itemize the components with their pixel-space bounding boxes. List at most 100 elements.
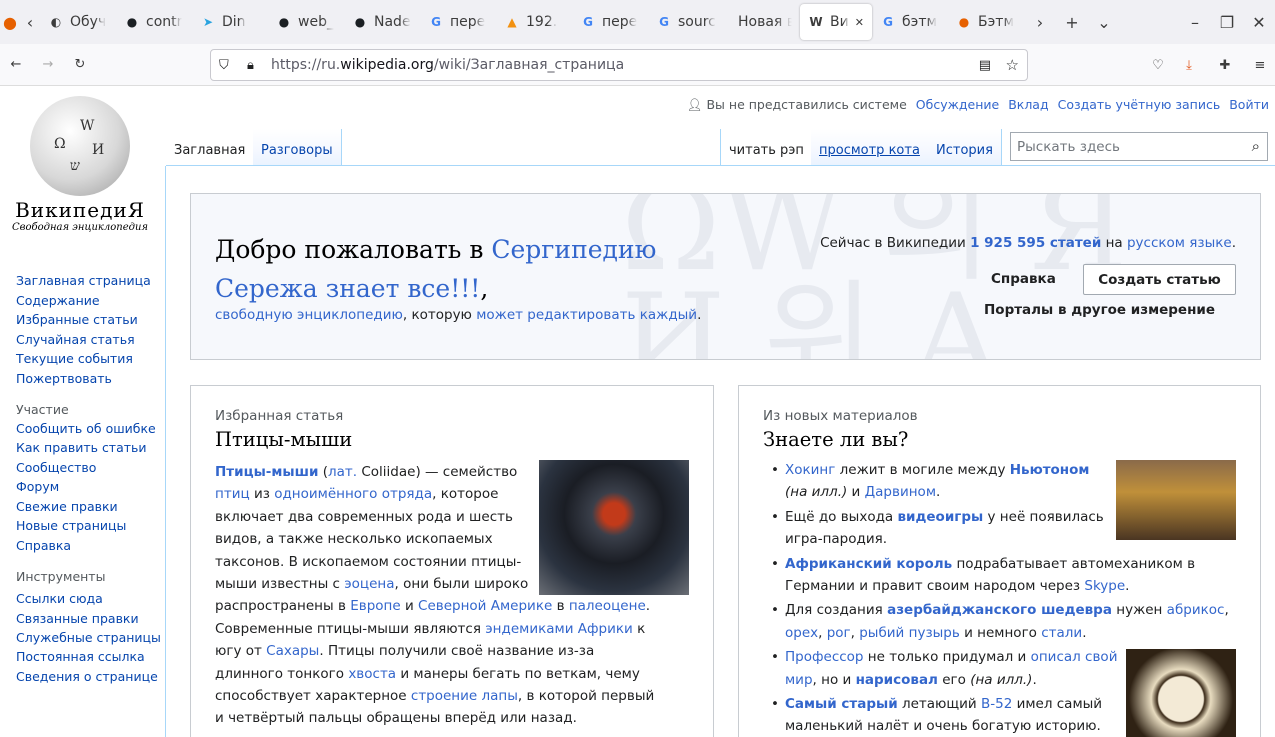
browser-tab[interactable]: ▲ 192. xyxy=(496,4,572,40)
forward-icon[interactable]: → xyxy=(32,49,64,81)
steel-link[interactable]: стали xyxy=(1041,625,1082,641)
oldest-link[interactable]: Самый старый xyxy=(785,696,898,712)
newton-link[interactable]: Ньютоном xyxy=(1010,462,1090,478)
list-all-tabs-icon[interactable]: ⌄ xyxy=(1088,6,1120,38)
europe-link[interactable]: Европе xyxy=(350,598,400,614)
anyone-can-edit-link[interactable]: может редактировать каждый xyxy=(476,307,697,323)
sahara-link[interactable]: Сахары xyxy=(266,643,319,659)
drew-link[interactable]: нарисовал xyxy=(856,672,938,688)
b52-link[interactable]: B-52 xyxy=(981,696,1012,712)
african-king-link[interactable]: Африканский король xyxy=(785,556,952,572)
sidebar-item-main-4[interactable]: Текущие события xyxy=(16,349,166,369)
bookmark-star-icon[interactable]: ☆ xyxy=(1006,56,1019,74)
browser-tab[interactable]: ● Бэтм xyxy=(948,4,1024,40)
foot-structure-link[interactable]: строение лапы xyxy=(411,688,518,704)
sidebar-item-participation-2[interactable]: Сообщество xyxy=(16,458,166,478)
tab-scroll-left-icon[interactable]: ‹ xyxy=(20,6,40,38)
pocket-icon[interactable]: ♡ xyxy=(1142,49,1174,81)
sidebar-item-main-0[interactable]: Заглавная страница xyxy=(16,271,166,291)
browser-tab[interactable]: ● web_ xyxy=(268,4,344,40)
browser-tab[interactable]: ◐ Обуч xyxy=(40,4,116,40)
order-link[interactable]: одноимённого отряда xyxy=(274,486,432,502)
darwin-link[interactable]: Дарвином xyxy=(865,484,936,500)
browser-tab[interactable]: Gпере xyxy=(572,4,648,40)
browser-tab[interactable]: W Вик ✕ xyxy=(800,4,872,40)
africa-link[interactable]: Африки xyxy=(578,621,633,637)
login-link[interactable]: Войти xyxy=(1229,97,1269,113)
featured-bold-link[interactable]: Птицы-мыши xyxy=(215,464,318,480)
tab-read[interactable]: читать рэп xyxy=(720,129,813,165)
lock-icon[interactable]: 🔒︎ xyxy=(247,58,254,73)
tab-main-page[interactable]: Заглавная xyxy=(166,129,255,165)
portals-button[interactable]: Порталы в другое измерение xyxy=(984,302,1215,318)
url-bar[interactable]: ⛉ 🔒︎ https://ru.wikipedia.org/wiki/Загла… xyxy=(210,49,1028,81)
professor-link[interactable]: Профессор xyxy=(785,649,864,665)
new-tab-icon[interactable]: + xyxy=(1056,6,1088,38)
browser-tab[interactable]: Gбэтм xyxy=(872,4,948,40)
sidebar-item-participation-1[interactable]: Как править статьи xyxy=(16,438,166,458)
close-tab-icon[interactable]: ✕ xyxy=(855,16,864,29)
url-text[interactable]: https://ru.wikipedia.org/wiki/Заглавная_… xyxy=(271,57,624,73)
tab-history[interactable]: История xyxy=(928,129,1002,165)
reload-icon[interactable]: ↻ xyxy=(64,49,96,81)
walnut-link[interactable]: орех xyxy=(785,625,818,641)
sidebar-item-participation-0[interactable]: Сообщить об ошибке xyxy=(16,422,166,435)
birds-link[interactable]: птиц xyxy=(215,486,250,502)
contributions-link[interactable]: Вклад xyxy=(1008,97,1048,113)
sidebar-item-main-3[interactable]: Случайная статья xyxy=(16,330,166,350)
browser-tab[interactable]: ● Nade xyxy=(344,4,420,40)
wikipedia-logo[interactable]: W Ω И ש ВикипедиЯ Свободная энциклопедия xyxy=(10,96,150,233)
sidebar-item-main-2[interactable]: Избранные статьи xyxy=(16,310,166,330)
sidebar-item-main-1[interactable]: Содержание xyxy=(16,291,166,311)
sidebar-item-tools-0[interactable]: Ссылки сюда xyxy=(16,589,166,609)
browser-tab[interactable]: Gsourc xyxy=(648,4,724,40)
eocene-link[interactable]: эоцена xyxy=(344,576,394,592)
endemics-link[interactable]: эндемиками xyxy=(485,621,573,637)
azerbaijani-masterpiece-link[interactable]: азербайджанского шедевра xyxy=(887,602,1112,618)
sidebar-item-participation-3[interactable]: Форум xyxy=(16,477,166,497)
minimize-window-icon[interactable]: – xyxy=(1179,6,1211,38)
apricot-link[interactable]: абрикос xyxy=(1167,602,1225,618)
shield-icon[interactable]: ⛉ xyxy=(219,58,229,73)
sidebar-item-participation-4[interactable]: Свежие правки xyxy=(16,497,166,517)
browser-tab[interactable]: Новая в xyxy=(724,4,800,40)
downloads-icon[interactable]: ⤓ xyxy=(1173,49,1205,81)
videogame-link[interactable]: видеоигры xyxy=(898,509,984,525)
paleocene-link[interactable]: палеоцене xyxy=(569,598,646,614)
tab-scroll-right-icon[interactable]: › xyxy=(1024,6,1056,38)
hawking-link[interactable]: Хокинг xyxy=(785,462,835,478)
app-menu-icon[interactable]: ≡ xyxy=(1244,49,1275,81)
help-button[interactable]: Справка xyxy=(991,271,1056,287)
talk-link[interactable]: Обсуждение xyxy=(916,97,999,113)
sidebar-item-tools-4[interactable]: Сведения о странице xyxy=(16,670,166,683)
sidebar-item-participation-5[interactable]: Новые страницы xyxy=(16,516,166,536)
reader-view-icon[interactable]: ▤ xyxy=(979,58,991,73)
skype-link[interactable]: Skype xyxy=(1084,578,1125,594)
browser-tab[interactable]: Gпере xyxy=(420,4,496,40)
browser-tab[interactable]: ● contr xyxy=(116,4,192,40)
sidebar-item-main-5[interactable]: Пожертвовать xyxy=(16,369,166,389)
back-icon[interactable]: ← xyxy=(0,49,32,81)
firefox-menu-icon[interactable]: ● xyxy=(0,6,20,38)
sidebar-item-tools-1[interactable]: Связанные правки xyxy=(16,609,166,629)
article-count-link[interactable]: 1 925 595 статей xyxy=(970,235,1101,251)
tail-link[interactable]: хвоста xyxy=(348,666,396,682)
extensions-icon[interactable]: ✚ xyxy=(1209,49,1241,81)
fish-bladder-link[interactable]: рыбий пузырь xyxy=(859,625,960,641)
search-icon[interactable]: ⌕ xyxy=(1252,137,1260,155)
restore-window-icon[interactable]: ❐ xyxy=(1211,6,1243,38)
sidebar-item-tools-2[interactable]: Служебные страницы xyxy=(16,631,166,644)
create-account-link[interactable]: Создать учётную запись xyxy=(1058,97,1221,113)
create-article-button[interactable]: Создать статью xyxy=(1083,264,1236,295)
horn-link[interactable]: рог xyxy=(827,625,851,641)
sidebar-item-participation-6[interactable]: Справка xyxy=(16,536,166,556)
north-america-link[interactable]: Северной Америке xyxy=(418,598,552,614)
lat-link[interactable]: лат. xyxy=(328,464,357,480)
close-window-icon[interactable]: ✕ xyxy=(1243,6,1275,38)
sidebar-item-tools-3[interactable]: Постоянная ссылка xyxy=(16,647,166,667)
free-encyclopedia-link[interactable]: свободную энциклопедию xyxy=(215,307,403,323)
tab-view-source[interactable]: просмотр кота xyxy=(811,129,929,165)
browser-tab[interactable]: ➤ Din xyxy=(192,4,268,40)
language-link[interactable]: русском языке xyxy=(1127,235,1232,251)
search-input[interactable]: Рыскать здесь ⌕ xyxy=(1010,132,1268,161)
